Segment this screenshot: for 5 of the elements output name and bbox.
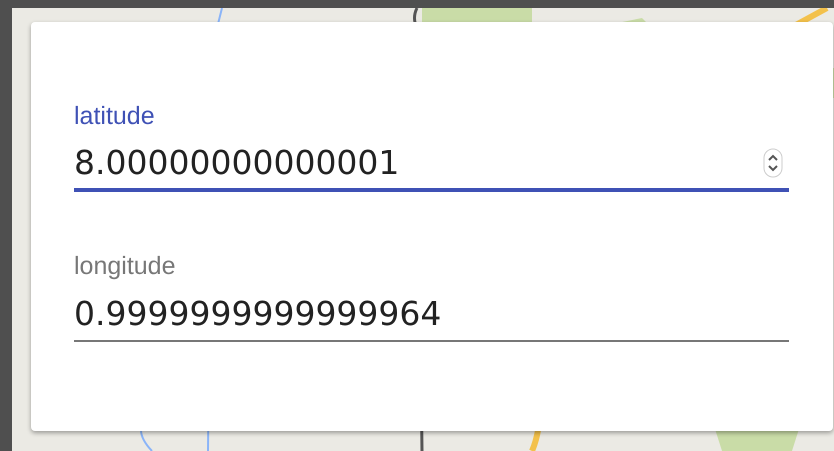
field-label: latitude [74, 101, 155, 132]
field-label: longitude [74, 251, 176, 282]
number-field[interactable]: 8.00000000000001 [74, 136, 789, 192]
spinner-icon[interactable] [763, 148, 783, 178]
number-field[interactable]: 0.9999999999999964 [74, 286, 789, 342]
